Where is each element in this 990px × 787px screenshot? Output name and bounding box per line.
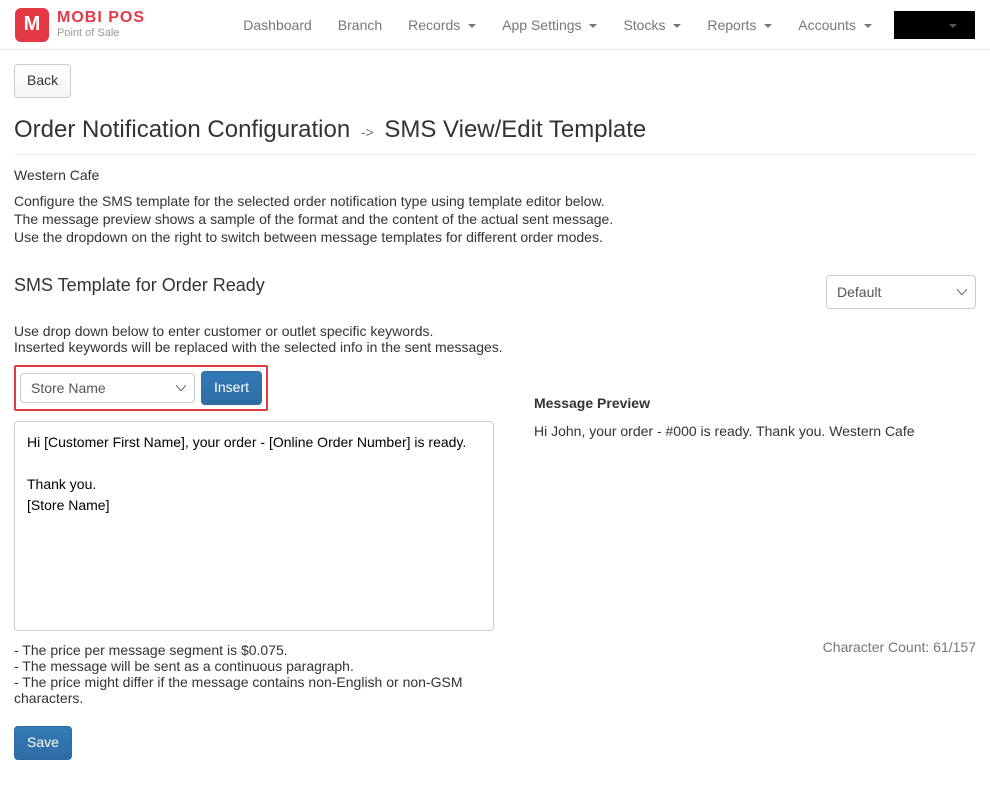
chevron-down-icon: [673, 24, 681, 28]
instruction-line: Inserted keywords will be replaced with …: [14, 339, 976, 355]
user-menu[interactable]: [894, 11, 975, 39]
note-line: - The price might differ if the message …: [14, 674, 494, 706]
nav-stocks[interactable]: Stocks: [611, 2, 693, 48]
logo-subtitle: Point of Sale: [57, 28, 145, 39]
nav-accounts[interactable]: Accounts: [786, 2, 883, 48]
nav-items: DashboardBranchRecords App Settings Stoc…: [231, 2, 975, 48]
instruction-line: Use drop down below to enter customer or…: [14, 323, 976, 339]
nav-branch[interactable]: Branch: [326, 2, 394, 48]
nav-records[interactable]: Records: [396, 2, 488, 48]
insert-button[interactable]: Insert: [201, 371, 262, 405]
page-title: Order Notification Configuration -> SMS …: [14, 116, 976, 144]
breadcrumb-arrow: ->: [361, 124, 374, 140]
save-button[interactable]: Save: [14, 726, 72, 760]
separator: [14, 154, 976, 155]
note-line: - The price per message segment is $0.07…: [14, 642, 494, 658]
chevron-down-icon: [764, 24, 772, 28]
brand-logo[interactable]: M MOBI POS Point of Sale: [15, 8, 145, 42]
nav-reports[interactable]: Reports: [695, 2, 784, 48]
keyword-insert-group: Store Name Insert: [14, 365, 268, 411]
description-line: Use the dropdown on the right to switch …: [14, 229, 976, 245]
page-title-main: Order Notification Configuration: [14, 116, 350, 143]
page-title-sub: SMS View/Edit Template: [384, 116, 646, 143]
top-navbar: M MOBI POS Point of Sale DashboardBranch…: [0, 0, 990, 50]
description-line: The message preview shows a sample of th…: [14, 211, 976, 227]
preview-title: Message Preview: [534, 395, 976, 411]
template-textarea[interactable]: [14, 421, 494, 631]
nav-dashboard[interactable]: Dashboard: [231, 2, 324, 48]
preview-text: Hi John, your order - #000 is ready. Tha…: [534, 423, 976, 439]
outlet-name: Western Cafe: [14, 167, 976, 183]
chevron-down-icon: [468, 24, 476, 28]
pricing-notes: - The price per message segment is $0.07…: [14, 642, 494, 706]
order-mode-select[interactable]: Default: [826, 275, 976, 309]
description-line: Configure the SMS template for the selec…: [14, 193, 976, 209]
description-block: Configure the SMS template for the selec…: [14, 193, 976, 245]
back-button[interactable]: Back: [14, 64, 71, 98]
instructions-block: Use drop down below to enter customer or…: [14, 323, 976, 355]
nav-app-settings[interactable]: App Settings: [490, 2, 609, 48]
logo-brand-text: MOBI POS: [57, 10, 145, 26]
chevron-down-icon: [864, 24, 872, 28]
chevron-down-icon: [589, 24, 597, 28]
section-title: SMS Template for Order Ready: [14, 275, 826, 296]
keyword-select[interactable]: Store Name: [20, 373, 195, 403]
note-line: - The message will be sent as a continuo…: [14, 658, 494, 674]
chevron-down-icon: [949, 24, 957, 28]
character-count: Character Count: 61/157: [534, 639, 976, 655]
logo-icon: M: [15, 8, 49, 42]
